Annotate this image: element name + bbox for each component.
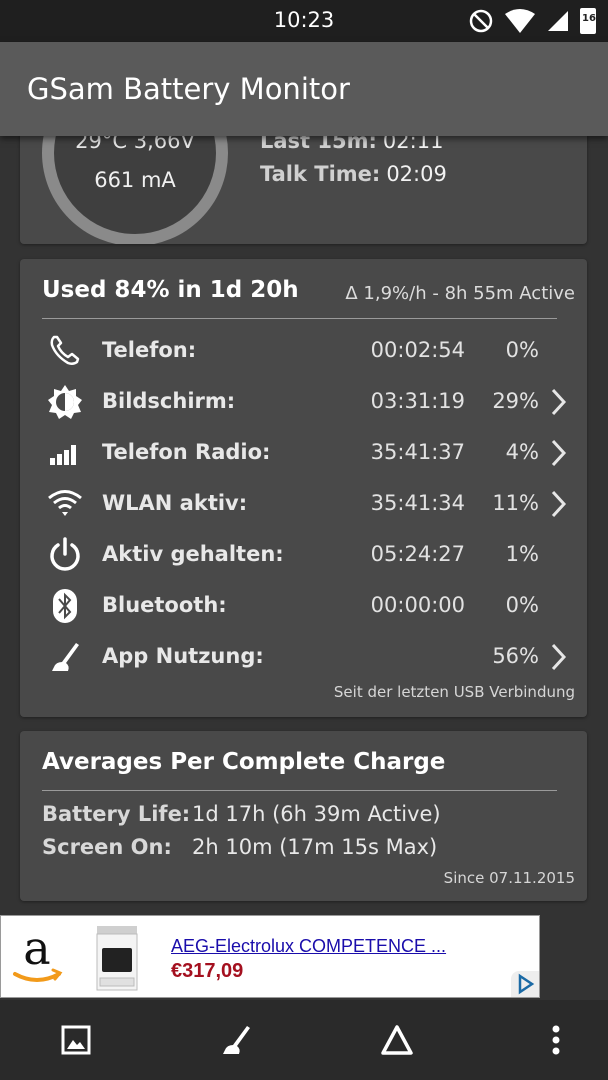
amazon-logo-icon: a: [13, 924, 63, 982]
row-percent: 11%: [492, 491, 539, 515]
row-percent: 4%: [505, 440, 539, 464]
row-percent: 1%: [505, 542, 539, 566]
chevron-right-icon[interactable]: [549, 387, 569, 417]
usage-rate: Δ 1,9%/h - 8h 55m Active: [345, 283, 575, 304]
more-vert-icon: [552, 1025, 560, 1055]
ad-product-name[interactable]: AEG-Electrolux COMPETENCE ...: [171, 936, 446, 957]
row-label: Aktiv gehalten:: [102, 542, 284, 566]
averages-footer: Since 07.11.2015: [443, 869, 575, 887]
usage-row-wlan[interactable]: WLAN aktiv: 35:41:34 11%: [42, 478, 573, 528]
delta-button[interactable]: [377, 1020, 417, 1060]
bluetooth-icon: [47, 588, 83, 624]
svg-text:a: a: [23, 924, 50, 975]
row-time: 35:41:34: [370, 491, 465, 515]
row-label: App Nutzung:: [102, 644, 264, 668]
battery-life-line: Battery Life:1d 17h (6h 39m Active): [42, 802, 441, 826]
row-percent: 0%: [505, 338, 539, 362]
row-percent: 0%: [505, 593, 539, 617]
screen-on-line: Screen On: 2h 10m (17m 15s Max): [42, 835, 437, 859]
row-time: 35:41:37: [370, 440, 465, 464]
app-title: GSam Battery Monitor: [27, 72, 350, 106]
app-bar: GSam Battery Monitor: [0, 42, 608, 136]
row-label: Telefon Radio:: [102, 440, 271, 464]
averages-divider: [42, 790, 557, 791]
phone-icon: [47, 333, 83, 369]
usage-row-telefon-radio[interactable]: Telefon Radio: 35:41:37 4%: [42, 427, 573, 477]
chevron-right-icon[interactable]: [549, 642, 569, 672]
row-time: 03:31:19: [370, 389, 465, 413]
wifi-status-icon: [505, 9, 535, 33]
usage-row-bildschirm[interactable]: Bildschirm: 03:31:19 29%: [42, 376, 573, 426]
cell-signal-icon: [548, 11, 568, 31]
do-not-disturb-icon: [469, 9, 493, 33]
battery-life-label: Battery Life:: [42, 802, 191, 826]
row-label: WLAN aktiv:: [102, 491, 248, 515]
wifi-icon: [47, 486, 83, 522]
usage-row-telefon[interactable]: Telefon: 00:02:54 0%: [42, 325, 573, 375]
row-label: Bildschirm:: [102, 389, 236, 413]
usage-row-app-nutzung[interactable]: App Nutzung: 56%: [42, 631, 573, 681]
usage-row-bluetooth[interactable]: Bluetooth: 00:00:00 0%: [42, 580, 573, 630]
signal-bars-icon: [47, 435, 83, 471]
talk-time-label: Talk Time:: [260, 162, 381, 186]
row-time: 00:02:54: [370, 338, 465, 362]
usage-heading: Used 84% in 1d 20h: [42, 277, 299, 303]
app-usage-icon: [223, 1026, 250, 1054]
chevron-right-icon[interactable]: [549, 438, 569, 468]
battery-level: 16: [582, 13, 596, 24]
overflow-menu-button[interactable]: [536, 1020, 576, 1060]
battery-icon: 16: [580, 8, 596, 34]
bottom-toolbar: [0, 1000, 608, 1080]
screen-on-value: 2h 10m (17m 15s Max): [192, 835, 438, 859]
brightness-icon: [47, 384, 83, 420]
talk-time-value: 02:09: [386, 162, 447, 186]
image-icon: [61, 1025, 91, 1055]
usage-row-aktiv-gehalten[interactable]: Aktiv gehalten: 05:24:27 1%: [42, 529, 573, 579]
usage-card: Used 84% in 1d 20h Δ 1,9%/h - 8h 55m Act…: [20, 259, 587, 717]
current-draw: 661 mA: [94, 168, 176, 192]
screen-on-label: Screen On:: [42, 835, 172, 859]
image-button[interactable]: [56, 1020, 96, 1060]
delta-icon: [381, 1025, 413, 1055]
usage-divider: [42, 318, 557, 319]
ad-price: €317,09: [171, 960, 244, 982]
row-percent: 29%: [492, 389, 539, 413]
status-bar: 10:23 16: [0, 0, 608, 42]
stove-product-image: [96, 926, 138, 991]
row-percent: 56%: [492, 644, 539, 668]
averages-card: Averages Per Complete Charge Battery Lif…: [20, 731, 587, 901]
row-label: Bluetooth:: [102, 593, 227, 617]
usage-footer: Seit der letzten USB Verbindung: [333, 683, 575, 701]
chevron-right-icon[interactable]: [549, 489, 569, 519]
power-icon: [47, 537, 83, 573]
talk-time-line: Talk Time: 02:09: [260, 162, 447, 186]
adchoices-icon[interactable]: [511, 971, 539, 997]
row-time: 05:24:27: [370, 542, 465, 566]
averages-heading: Averages Per Complete Charge: [42, 749, 446, 775]
ad-banner[interactable]: a AEG-Electrolux COMPETENCE ... €317,09: [0, 915, 540, 998]
row-time: 00:00:00: [370, 593, 465, 617]
battery-life-value: 1d 17h (6h 39m Active): [192, 802, 441, 826]
status-icons: 16: [468, 8, 596, 34]
app-usage-button[interactable]: [216, 1020, 256, 1060]
row-label: Telefon:: [102, 338, 197, 362]
app-usage-icon: [47, 639, 83, 675]
